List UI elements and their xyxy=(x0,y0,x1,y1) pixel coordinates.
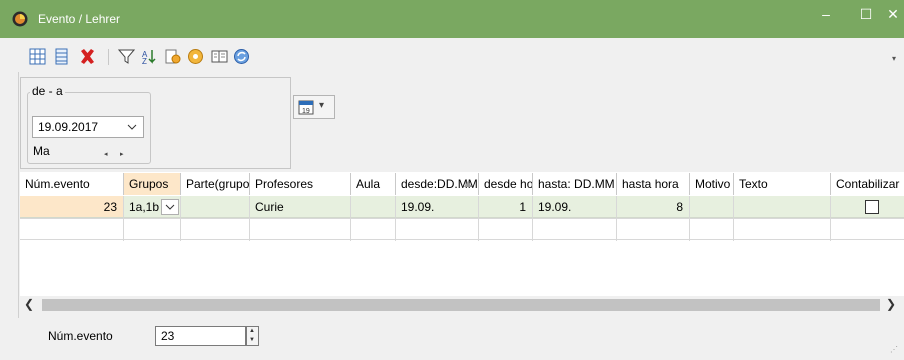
spin-down-button[interactable]: ▼ xyxy=(249,337,255,343)
cell-desde-hora[interactable]: 1 xyxy=(479,196,533,218)
filter-panel: de - a 19.09.2017 Ma ◂ ▸ xyxy=(20,77,291,169)
svg-text:19: 19 xyxy=(302,108,310,115)
cell-parte[interactable] xyxy=(181,196,250,218)
chevron-down-icon[interactable] xyxy=(127,122,137,132)
list-icon[interactable] xyxy=(53,48,70,65)
title-bar: Evento / Lehrer ‒ ☐ ✕ xyxy=(0,0,904,38)
calendar-button[interactable]: 19 ▾ xyxy=(293,95,335,119)
close-button[interactable]: ✕ xyxy=(873,0,904,32)
minimize-button[interactable]: ‒ xyxy=(806,0,846,32)
event-number-value: 23 xyxy=(161,329,175,343)
new-cell[interactable] xyxy=(734,219,831,241)
new-cell[interactable] xyxy=(181,219,250,241)
toolbar-separator xyxy=(108,49,109,65)
column-header-texto[interactable]: Texto xyxy=(734,173,831,195)
events-table: Núm.evento Grupos Parte(grupos) Profesor… xyxy=(20,172,904,296)
toolbar: A Z ▾ xyxy=(0,38,904,72)
refresh-icon[interactable] xyxy=(233,48,250,65)
event-number-input[interactable]: 23 xyxy=(155,326,246,346)
delete-icon[interactable] xyxy=(79,48,96,65)
column-header-num-evento[interactable]: Núm.evento xyxy=(20,173,124,195)
column-header-contabilizar[interactable]: Contabilizar xyxy=(831,173,904,195)
column-header-grupos[interactable]: Grupos xyxy=(124,173,181,195)
next-day-button[interactable]: ▸ xyxy=(120,150,124,158)
new-cell[interactable] xyxy=(20,219,124,241)
date-value: 19.09.2017 xyxy=(38,120,99,134)
contabilizar-checkbox[interactable] xyxy=(865,200,879,214)
cell-num-evento[interactable]: 23 xyxy=(20,196,124,218)
date-range-group: de - a 19.09.2017 Ma ◂ ▸ xyxy=(27,84,151,164)
chevron-down-icon xyxy=(165,204,175,210)
new-cell[interactable] xyxy=(690,219,734,241)
left-border xyxy=(18,72,19,318)
column-header-profesores[interactable]: Profesores xyxy=(250,173,351,195)
cell-hasta-hora[interactable]: 8 xyxy=(617,196,690,218)
table-row[interactable]: 23 1a,1b Curie 19.09. 1 19.09. 8 xyxy=(20,196,904,218)
column-header-hasta-dd[interactable]: hasta: DD.MM xyxy=(533,173,617,195)
column-header-parte[interactable]: Parte(grupos) xyxy=(181,173,250,195)
new-cell[interactable] xyxy=(479,219,533,241)
column-header-desde-dd[interactable]: desde:DD.MM xyxy=(396,173,479,195)
cell-texto[interactable] xyxy=(734,196,831,218)
scroll-right-button[interactable]: ❯ xyxy=(886,297,896,311)
table-row-new[interactable] xyxy=(20,218,904,241)
print-settings-icon[interactable] xyxy=(164,48,181,65)
column-header-hasta-hora[interactable]: hasta hora xyxy=(617,173,690,195)
sort-ascending-icon xyxy=(464,181,472,187)
cell-desde-dd[interactable]: 19.09. xyxy=(396,196,479,218)
cell-hasta-dd[interactable]: 19.09. xyxy=(533,196,617,218)
new-cell[interactable] xyxy=(831,219,904,241)
new-cell[interactable] xyxy=(533,219,617,241)
toolbar-overflow-button[interactable]: ▾ xyxy=(892,54,896,63)
weekday-label: Ma xyxy=(33,144,50,158)
event-number-spinner[interactable]: ▲ ▼ xyxy=(246,326,259,346)
cell-grupos-value: 1a,1b xyxy=(129,200,160,214)
date-picker[interactable]: 19.09.2017 xyxy=(32,116,144,138)
new-cell[interactable] xyxy=(250,219,351,241)
grupos-dropdown-button[interactable] xyxy=(161,199,179,215)
new-cell[interactable] xyxy=(351,219,396,241)
add-row-icon[interactable] xyxy=(29,48,46,65)
window-title: Evento / Lehrer xyxy=(38,12,121,26)
column-header-motivo[interactable]: Motivo xyxy=(690,173,734,195)
column-header-desde-hora[interactable]: desde hora xyxy=(479,173,533,195)
chevron-down-icon: ▾ xyxy=(319,100,325,111)
cell-motivo[interactable] xyxy=(690,196,734,218)
cell-profesores[interactable]: Curie xyxy=(250,196,351,218)
sheet-icon[interactable] xyxy=(211,48,228,65)
event-number-label: Núm.evento xyxy=(48,329,113,343)
new-cell[interactable] xyxy=(617,219,690,241)
new-cell[interactable] xyxy=(124,219,181,241)
date-range-title: de - a xyxy=(30,84,65,98)
filter-icon[interactable] xyxy=(118,48,135,65)
svg-text:Z: Z xyxy=(142,57,147,65)
calendar-icon: 19 xyxy=(298,100,314,115)
previous-day-button[interactable]: ◂ xyxy=(104,150,108,158)
app-logo-icon xyxy=(12,11,28,27)
new-cell[interactable] xyxy=(396,219,479,241)
spin-up-button[interactable]: ▲ xyxy=(249,328,255,334)
scroll-thumb[interactable] xyxy=(42,299,880,311)
horizontal-scrollbar[interactable]: ❮ ❯ xyxy=(20,297,904,314)
settings-gear-icon[interactable] xyxy=(187,48,204,65)
sort-icon[interactable]: A Z xyxy=(141,48,158,65)
column-header-aula[interactable]: Aula xyxy=(351,173,396,195)
scroll-left-button[interactable]: ❮ xyxy=(24,297,34,311)
cell-aula[interactable] xyxy=(351,196,396,218)
resize-grip-icon[interactable]: ⋰ xyxy=(890,345,898,354)
